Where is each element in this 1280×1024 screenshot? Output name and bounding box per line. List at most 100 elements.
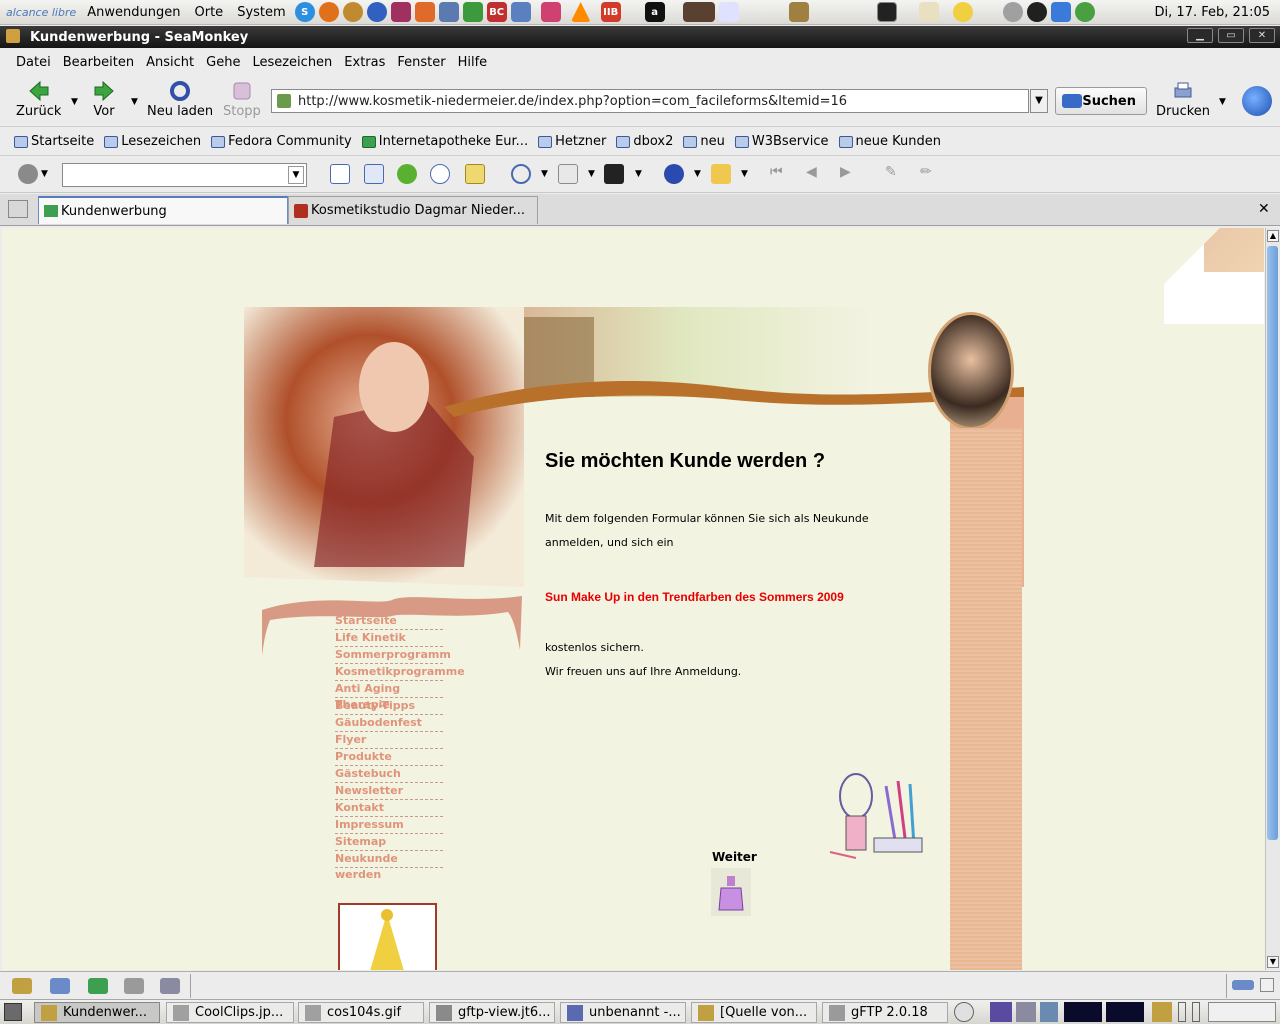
google-menu-dropdown-icon[interactable]: ▼ [41,169,48,179]
amarok-launcher-icon[interactable]: a [644,2,665,22]
bookmark-internetapotheke[interactable]: Internetapotheke Eur... [361,134,528,149]
navigator-component-icon[interactable] [12,978,32,994]
nav-link-newsletter[interactable]: Newsletter [335,783,443,800]
mail-component-icon[interactable] [50,978,70,994]
print-dropdown-icon[interactable]: ▼ [1219,97,1226,107]
scroll-down-arrow-icon[interactable]: ▼ [1267,956,1279,968]
taskbar-item-kundenwerbung[interactable]: Kundenwer... [34,1002,160,1023]
menu-gehe[interactable]: Gehe [200,55,246,70]
download-tray-icon[interactable] [990,1002,1012,1022]
menu-extras[interactable]: Extras [338,55,391,70]
network-launcher-icon[interactable] [510,2,531,22]
browser-launcher-icon[interactable] [366,2,387,22]
corner-peel-ad[interactable] [1164,228,1264,324]
bookmark-hetzner[interactable]: Hetzner [538,134,606,149]
graduation-cap-icon[interactable] [604,164,624,184]
weiter-perfume-button[interactable] [711,868,751,916]
seamonkey-launcher-icon[interactable] [342,2,363,22]
menu-fenster[interactable]: Fenster [391,55,451,70]
back-dropdown-icon[interactable]: ▼ [71,97,78,107]
folder-tools-dropdown-icon[interactable]: ▼ [741,169,748,179]
network-monitor-graph[interactable] [1106,1002,1144,1022]
bc-launcher-icon[interactable]: BC [486,2,507,22]
editor-launcher-icon[interactable] [918,2,939,22]
eye-launcher-icon[interactable] [682,2,715,22]
bookmark-neu[interactable]: neu [683,134,725,149]
firefox-launcher-icon[interactable] [318,2,339,22]
chrome-tray-icon[interactable] [1074,2,1095,22]
scrollbar-thumb[interactable] [1267,246,1278,840]
menu-ansicht[interactable]: Ansicht [140,55,200,70]
nav-link-sitemap[interactable]: Sitemap [335,834,443,851]
folder-tools-icon[interactable] [711,164,731,184]
window-titlebar[interactable]: Kundenwerbung - SeaMonkey ▁ ▭ ✕ [0,26,1280,48]
app2-launcher-icon[interactable] [718,2,739,22]
menu-anwendungen[interactable]: Anwendungen [80,5,187,20]
power-icon[interactable] [954,1002,974,1022]
minimize-button[interactable]: ▁ [1187,28,1213,43]
cpu-monitor-graph[interactable] [1064,1002,1102,1022]
vlc-launcher-icon[interactable] [570,2,591,22]
office-launcher-icon[interactable] [414,2,435,22]
workspace-switcher[interactable] [1192,1002,1200,1022]
seamonkey-tray-icon[interactable] [1152,1002,1172,1022]
throbber-icon[interactable] [1242,86,1272,116]
reload-button[interactable]: Neu laden [147,80,213,119]
forward-button[interactable]: Vor [93,80,115,119]
scroll-up-arrow-icon[interactable]: ▲ [1267,230,1279,242]
chat-component-icon[interactable] [160,978,180,994]
menu-lesezeichen[interactable]: Lesezeichen [246,55,338,70]
next-icon[interactable]: ▶ [840,164,860,184]
menu-system[interactable]: System [230,5,292,20]
taskbar-item-cos104s[interactable]: cos104s.gif [298,1002,424,1023]
back-button[interactable]: Zurück [16,80,61,119]
menu-orte[interactable]: Orte [188,5,231,20]
speech-bubble-icon[interactable] [430,164,450,184]
taskbar-item-gftp-view[interactable]: gftp-view.jt6... [429,1002,555,1023]
network-status-icon[interactable] [1002,2,1023,22]
nav-link-neukunde-werden[interactable]: Neukunde werden [335,851,443,881]
tray-app-icon[interactable] [1016,1002,1036,1022]
terminal-launcher-icon[interactable] [876,2,897,22]
writer-launcher-icon[interactable] [438,2,459,22]
first-page-icon[interactable]: ⏮ [770,164,790,184]
magnifier-dropdown-icon[interactable]: ▼ [541,169,548,179]
nav-link-flyer[interactable]: Flyer [335,732,443,749]
nav-link-beauty-tipps[interactable]: Beauty-Tipps [335,698,443,715]
addressbook-component-icon[interactable] [124,978,144,994]
url-bar[interactable]: http://www.kosmetik-niedermeier.de/index… [271,89,1029,113]
pencil-icon[interactable]: ✏ [920,164,940,184]
url-dropdown-button[interactable]: ▼ [1030,89,1048,113]
taskbar-item-gftp[interactable]: gFTP 2.0.18 [822,1002,948,1023]
composer-component-icon[interactable] [88,978,108,994]
highlighter-icon[interactable]: ✎ [885,164,905,184]
tray-app-icon[interactable] [1050,2,1071,22]
stop-button[interactable]: Stopp [223,80,261,119]
skype-launcher-icon[interactable]: S [294,2,315,22]
workspace-switcher[interactable] [1178,1002,1186,1022]
google-search-input[interactable]: ▼ [62,163,307,187]
search-button[interactable]: Suchen [1055,87,1147,115]
taskbar-item-unbenannt[interactable]: unbenannt -... [560,1002,686,1023]
tag-dropdown-icon[interactable]: ▼ [588,169,595,179]
info-icon[interactable] [664,164,684,184]
taskbar-item-coolclips[interactable]: CoolClips.jp... [166,1002,294,1023]
menu-datei[interactable]: Datei [10,55,57,70]
pages-icon[interactable] [364,164,384,184]
mb-launcher-icon[interactable]: IIB [600,2,621,22]
window-menu-icon[interactable] [6,29,20,43]
menu-bearbeiten[interactable]: Bearbeiten [57,55,140,70]
workspace-pager[interactable] [1208,1002,1276,1022]
google-search-icon[interactable] [330,164,350,184]
close-window-button[interactable]: ✕ [1249,28,1275,43]
google-menu-icon[interactable] [18,164,38,184]
notebook-icon[interactable] [465,164,485,184]
clover-icon[interactable] [397,164,417,184]
nav-link-impressum[interactable]: Impressum [335,817,443,834]
nav-link-gaeubodenfest[interactable]: Gäubodenfest [335,715,443,732]
nav-link-anti-aging[interactable]: Anti Aging Therapie [335,681,443,711]
nav-link-produkte[interactable]: Produkte [335,749,443,766]
nav-link-kontakt[interactable]: Kontakt [335,800,443,817]
graphics-launcher-icon[interactable] [540,2,561,22]
tag-icon[interactable] [558,164,578,184]
